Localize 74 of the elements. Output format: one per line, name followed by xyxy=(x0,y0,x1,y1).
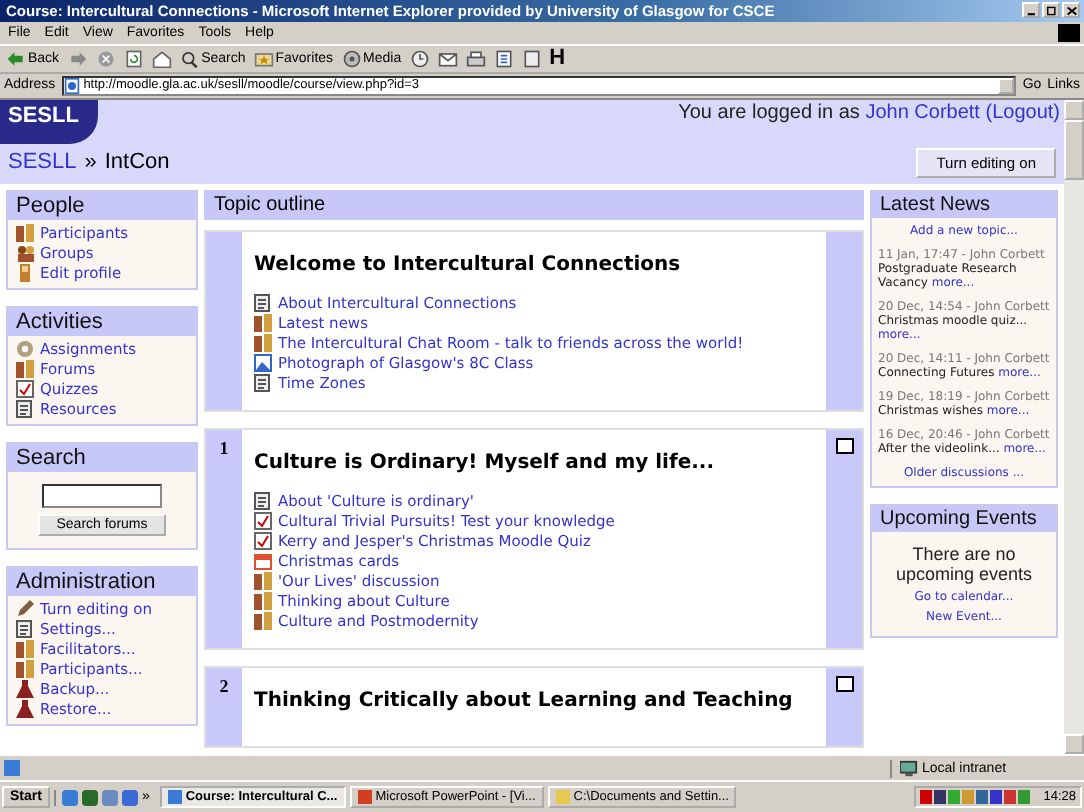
block-title: People xyxy=(8,191,196,220)
section-title: Welcome to Intercultural Connections xyxy=(254,251,683,280)
people-icon xyxy=(16,359,34,378)
mail-button[interactable] xyxy=(437,49,458,68)
printer-icon xyxy=(465,49,486,68)
square-icon[interactable] xyxy=(835,675,853,692)
search-icon xyxy=(179,49,200,68)
pencil-icon xyxy=(16,599,34,618)
section-heading: Topic outline xyxy=(204,189,864,220)
toolbar-letter[interactable]: H xyxy=(549,46,566,71)
section-number: 2 xyxy=(219,675,229,696)
square-icon[interactable] xyxy=(835,437,853,454)
document-icon xyxy=(254,374,272,393)
edit-button[interactable] xyxy=(493,49,514,68)
breadcrumb-text: IntCon xyxy=(104,150,170,175)
login-info: You are logged in as John Corbett (Logout) xyxy=(678,99,1060,124)
page-edit-icon xyxy=(493,49,514,68)
calendar-icon xyxy=(254,552,272,571)
stop-icon xyxy=(95,49,116,68)
refresh-icon xyxy=(123,49,144,68)
logo: SESLL xyxy=(0,99,99,144)
close-button[interactable] xyxy=(1062,2,1080,19)
checklist-icon xyxy=(16,379,34,398)
events-message: There are no upcoming events xyxy=(893,543,1035,584)
document-icon xyxy=(16,619,34,638)
picture-icon xyxy=(254,354,272,373)
people-icon xyxy=(254,612,272,631)
section-title: Culture is Ordinary! Myself and my life... xyxy=(254,449,716,478)
block-title: Latest News xyxy=(872,191,1056,218)
checklist-icon xyxy=(254,512,272,531)
block-title: Administration xyxy=(8,567,196,596)
maximize-button[interactable] xyxy=(1042,2,1060,19)
maximize-icon xyxy=(1045,5,1057,16)
scroll-thumb[interactable] xyxy=(1064,119,1084,180)
folder-star-icon xyxy=(253,49,274,68)
search-field[interactable] xyxy=(42,483,162,508)
checklist-icon xyxy=(254,532,272,551)
media-icon xyxy=(341,49,362,68)
forward-arrow-icon xyxy=(67,49,88,68)
home-button[interactable] xyxy=(151,49,172,68)
home-icon xyxy=(151,49,172,68)
history-button[interactable] xyxy=(409,49,430,68)
document-icon xyxy=(254,492,272,511)
breadcrumb-link[interactable]: SESLL xyxy=(8,150,77,175)
people-icon xyxy=(16,243,34,262)
section-title: Thinking Critically about Learning and Teaching xyxy=(254,687,795,716)
envelope-icon xyxy=(437,49,458,68)
window-icon xyxy=(167,790,182,805)
document-icon xyxy=(16,399,34,418)
minimize-button[interactable] xyxy=(1022,2,1040,19)
people-icon xyxy=(254,592,272,611)
people-icon xyxy=(16,659,34,678)
section-number: 1 xyxy=(219,437,229,458)
close-icon xyxy=(1065,5,1077,16)
user-link[interactable]: John Corbett xyxy=(865,101,980,124)
refresh-button[interactable] xyxy=(123,49,144,68)
back-arrow-icon xyxy=(6,49,26,68)
stop-button[interactable] xyxy=(95,49,116,68)
breadcrumb-separator: » xyxy=(84,150,97,175)
window-icon xyxy=(555,790,570,805)
clock-icon xyxy=(409,49,430,68)
people-icon xyxy=(16,223,34,242)
document-icon xyxy=(254,294,272,313)
block-title: Activities xyxy=(8,307,196,336)
scrollbar[interactable] xyxy=(1064,99,1084,755)
people-icon xyxy=(254,572,272,591)
people-icon xyxy=(254,314,272,333)
block-title: Upcoming Events xyxy=(872,505,1056,532)
print-button[interactable] xyxy=(465,49,486,68)
window-icon xyxy=(357,790,372,805)
people-icon xyxy=(254,334,272,353)
logout-link[interactable]: (Logout) xyxy=(985,101,1060,124)
people-icon xyxy=(16,639,34,658)
block-title: Search xyxy=(8,443,196,472)
